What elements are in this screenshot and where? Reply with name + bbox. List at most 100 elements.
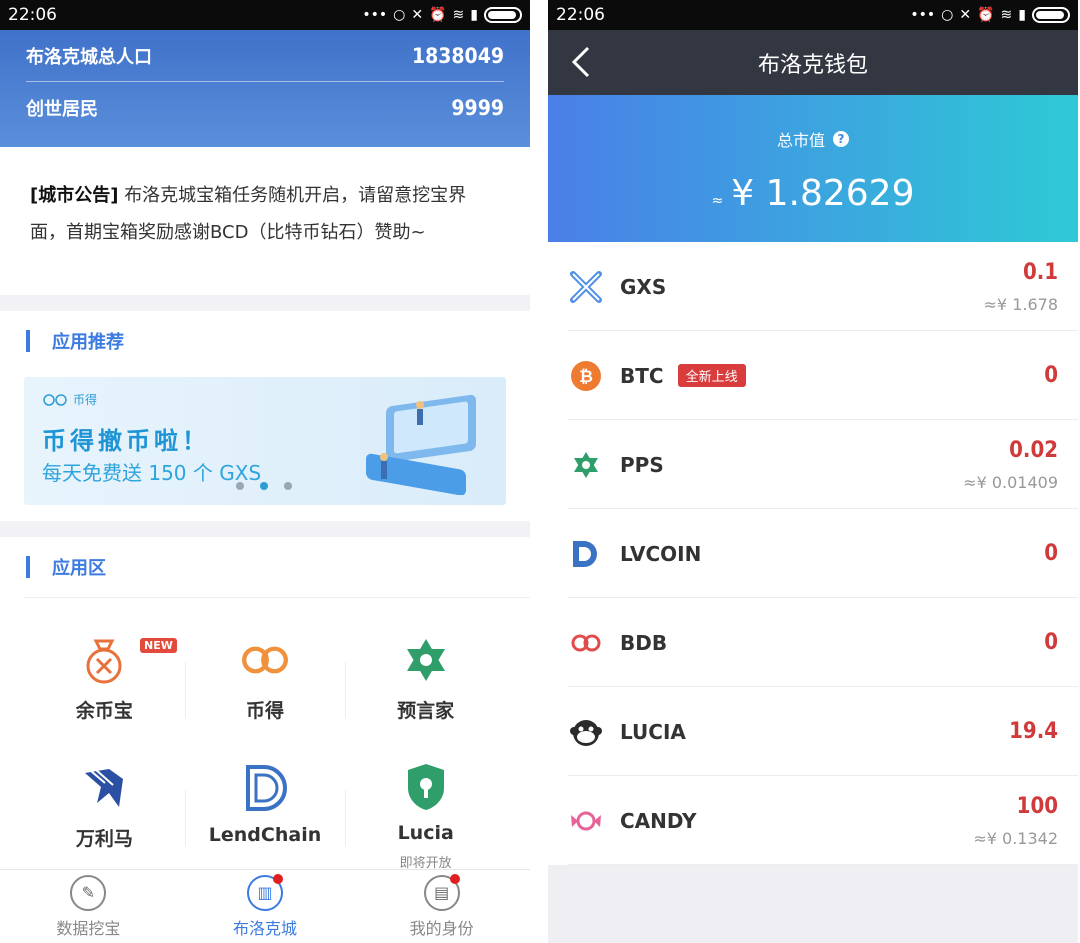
page-title: 布洛克钱包	[757, 52, 868, 78]
coin-row-lucia[interactable]: LUCIA 19.4	[548, 687, 1078, 776]
sync-icon: ○	[941, 7, 954, 23]
status-bar: 22:06 ••• ○ ✕ ⏰ ≋ ▮	[548, 0, 1078, 30]
divider	[0, 521, 530, 537]
apps-title: 应用区	[52, 558, 106, 579]
app-name: Lucia	[397, 822, 454, 844]
pager-dot[interactable]	[284, 482, 292, 490]
status-time: 22:06	[556, 5, 605, 25]
tab-my-identity[interactable]: ▤ 我的身份	[353, 870, 530, 943]
app-wanlima[interactable]: 万利马	[24, 740, 185, 868]
lendchain-logo-icon	[239, 762, 291, 814]
coin-qty: 0	[1044, 363, 1058, 388]
coin-amounts: 0.02 ≈¥ 0.01409	[963, 438, 1058, 492]
horse-icon	[78, 762, 130, 814]
city-screen: 22:06 ••• ○ ✕ ⏰ ≋ ▮ 布洛克城总人口 1838049 创世居民…	[0, 0, 530, 943]
coin-name: PPS	[620, 452, 664, 477]
population-value: 1838049	[411, 43, 504, 68]
genesis-row: 创世居民 9999	[26, 82, 504, 134]
coin-row-pps[interactable]: PPS 0.02 ≈¥ 0.01409	[548, 420, 1078, 509]
wallet-screen: 22:06 ••• ○ ✕ ⏰ ≋ ▮ 布洛克钱包 总市值 ? ≈ ¥ 1.82…	[548, 0, 1078, 943]
star-of-david-icon	[400, 634, 452, 686]
app-lucia[interactable]: Lucia 即将开放	[345, 740, 506, 871]
coin-qty: 0	[1044, 541, 1058, 566]
coin-row-btc[interactable]: ₿ BTC 全新上线 0	[548, 331, 1078, 420]
apps-section-title: 应用区	[0, 537, 530, 597]
wifi-icon: ≋	[1000, 7, 1013, 23]
banner-brand: 币得	[42, 391, 97, 408]
total-label-row: 总市值 ?	[548, 127, 1078, 151]
coin-name: CANDY	[620, 808, 697, 833]
genesis-value: 9999	[451, 96, 504, 120]
back-arrow-icon[interactable]	[568, 44, 594, 80]
screen-gap	[530, 0, 548, 943]
notice-tag: [城市公告]	[30, 185, 119, 206]
pager-dot[interactable]	[236, 482, 244, 490]
recommend-title: 应用推荐	[52, 332, 124, 353]
coin-name: LUCIA	[620, 719, 686, 744]
coin-fiat: ≈¥ 1.678	[983, 294, 1058, 314]
status-bar: 22:06 ••• ○ ✕ ⏰ ≋ ▮	[0, 0, 530, 30]
coin-row-candy[interactable]: CANDY 100 ≈¥ 0.1342	[548, 776, 1078, 865]
monkey-icon	[568, 714, 604, 750]
coin-name: BDB	[620, 630, 668, 655]
coin-fiat: ≈¥ 0.01409	[963, 472, 1058, 492]
app-row: 万利马 LendChain Lucia 即将开放	[24, 740, 506, 871]
coin-row-lvcoin[interactable]: LVCOIN 0	[548, 509, 1078, 598]
coin-row-bdb[interactable]: BDB 0	[548, 598, 1078, 687]
coin-fiat: ≈¥ 0.1342	[973, 828, 1058, 848]
pager-dot-active[interactable]	[260, 482, 268, 490]
app-name: 预言家	[397, 700, 455, 722]
mute-icon: ✕	[959, 7, 972, 23]
app-name: LendChain	[208, 824, 322, 846]
coin-amounts: 19.4	[1009, 719, 1058, 744]
shovel-icon: ✎	[70, 874, 107, 911]
app-prophet[interactable]: 预言家	[345, 612, 506, 740]
help-icon[interactable]: ?	[833, 131, 849, 147]
coin-name: BTC	[620, 363, 664, 388]
app-lendchain[interactable]: LendChain	[184, 740, 346, 868]
alarm-icon: ⏰	[429, 7, 447, 23]
status-time: 22:06	[8, 5, 57, 25]
tab-label: 数据挖宝	[56, 918, 121, 938]
pps-icon	[568, 447, 604, 483]
banner-brand-label: 币得	[73, 393, 98, 407]
banner-pager[interactable]	[236, 482, 292, 490]
id-card-icon: ▤	[423, 873, 460, 911]
coin-row-gxs[interactable]: GXS 0.1 ≈¥ 1.678	[548, 242, 1078, 331]
app-bide[interactable]: 币得	[184, 612, 346, 740]
signal-icon: ▮	[1018, 7, 1026, 23]
signal-icon: ▮	[470, 7, 478, 23]
app-grid: NEW 余币宝 币得 预言家 万利马 LendChain Lucia 即将开放	[0, 598, 530, 871]
promo-banner[interactable]: 币得 币得撤币啦！ 每天免费送 150 个 GXS	[24, 377, 506, 505]
tab-label: 布洛克城	[233, 918, 298, 938]
more-icon: •••	[910, 7, 936, 23]
coin-qty: 0	[1044, 630, 1058, 655]
bottom-tab-bar: ✎ 数据挖宝 ▥ 布洛克城 ▤ 我的身份	[0, 869, 530, 943]
svg-text:₿: ₿	[579, 367, 593, 387]
app-name: 万利马	[75, 828, 133, 850]
chain-link-icon	[43, 393, 67, 406]
money-bag-icon	[78, 634, 130, 686]
bdb-icon	[568, 625, 604, 661]
total-value-header: 总市值 ? ≈ ¥ 1.82629	[548, 95, 1078, 242]
tab-block-city[interactable]: ▥ 布洛克城	[177, 870, 354, 943]
alarm-icon: ⏰	[977, 7, 995, 23]
genesis-label: 创世居民	[26, 99, 98, 120]
coin-amounts: 0	[1044, 541, 1058, 566]
tab-data-mining[interactable]: ✎ 数据挖宝	[0, 870, 177, 943]
wifi-icon: ≋	[452, 7, 465, 23]
sync-icon: ○	[393, 7, 406, 23]
city-notice[interactable]: [城市公告] 布洛克城宝箱任务随机开启，请留意挖宝界面，首期宝箱奖励感谢BCD（…	[0, 147, 530, 295]
total-value: ¥ 1.82629	[731, 173, 915, 214]
approx-sign: ≈	[711, 193, 724, 209]
gxs-icon	[568, 269, 604, 305]
app-row: NEW 余币宝 币得 预言家	[24, 612, 506, 740]
city-stats-header: 布洛克城总人口 1838049 创世居民 9999	[0, 30, 530, 147]
app-yubibao[interactable]: NEW 余币宝	[24, 612, 185, 740]
city-icon: ▥	[247, 873, 283, 911]
coin-amounts: 0	[1044, 630, 1058, 655]
notification-dot	[449, 873, 460, 884]
candy-icon	[568, 803, 604, 839]
coin-amounts: 0.1 ≈¥ 1.678	[984, 260, 1058, 314]
population-label: 布洛克城总人口	[26, 46, 152, 68]
